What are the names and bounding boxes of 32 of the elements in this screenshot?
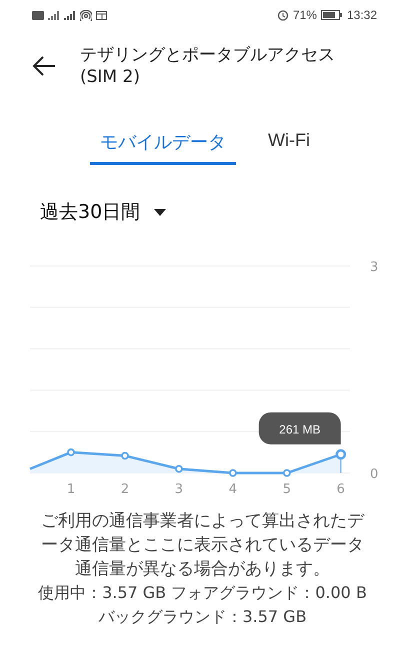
- signal-icon: [48, 10, 60, 20]
- data-point: [336, 449, 346, 460]
- tab[interactable]: Wi-Fi: [258, 130, 320, 165]
- hotspot-icon: [80, 10, 92, 20]
- usage-summary: 使用中：3.57 GB フォアグラウンド：0.00 B: [37, 582, 368, 604]
- caret-icon[interactable]: [154, 208, 166, 216]
- data-point: [121, 452, 129, 460]
- axis-label: 1: [66, 482, 76, 497]
- axis-label: 3: [370, 260, 378, 275]
- value-tooltip: 261 MB: [258, 412, 341, 444]
- axis-label: 2: [120, 482, 130, 497]
- battery-percent: 71%: [292, 8, 317, 22]
- usage-note: ご利用の通信事業者によって算出されたデータ通信量とここに表示されているデータ通信量が異なる場合があります。: [40, 510, 366, 581]
- axis-label: 4: [228, 482, 238, 497]
- alarm-icon: [276, 9, 289, 21]
- usage-summary: バックグラウンド：3.57 GB: [97, 606, 308, 628]
- axis-label: 0: [370, 467, 378, 482]
- data-point: [67, 448, 75, 456]
- axis-label: 3: [174, 482, 184, 497]
- data-point: [229, 469, 237, 477]
- clock-time: 13:32: [346, 8, 377, 22]
- data-point: [282, 469, 291, 477]
- signal-icon: [64, 10, 76, 20]
- back-arrow-icon[interactable]: [32, 56, 56, 76]
- axis-label: 6: [336, 482, 345, 497]
- window-icon: [96, 10, 107, 20]
- data-point: [175, 464, 183, 473]
- period-dropdown[interactable]: 過去30日間: [40, 199, 140, 225]
- axis-label: 5: [282, 482, 291, 497]
- battery-icon: [320, 10, 343, 20]
- page-title: テザリングとポータブルアクセス (SIM 2): [80, 44, 336, 88]
- tab[interactable]: モバイルデータ: [90, 130, 236, 165]
